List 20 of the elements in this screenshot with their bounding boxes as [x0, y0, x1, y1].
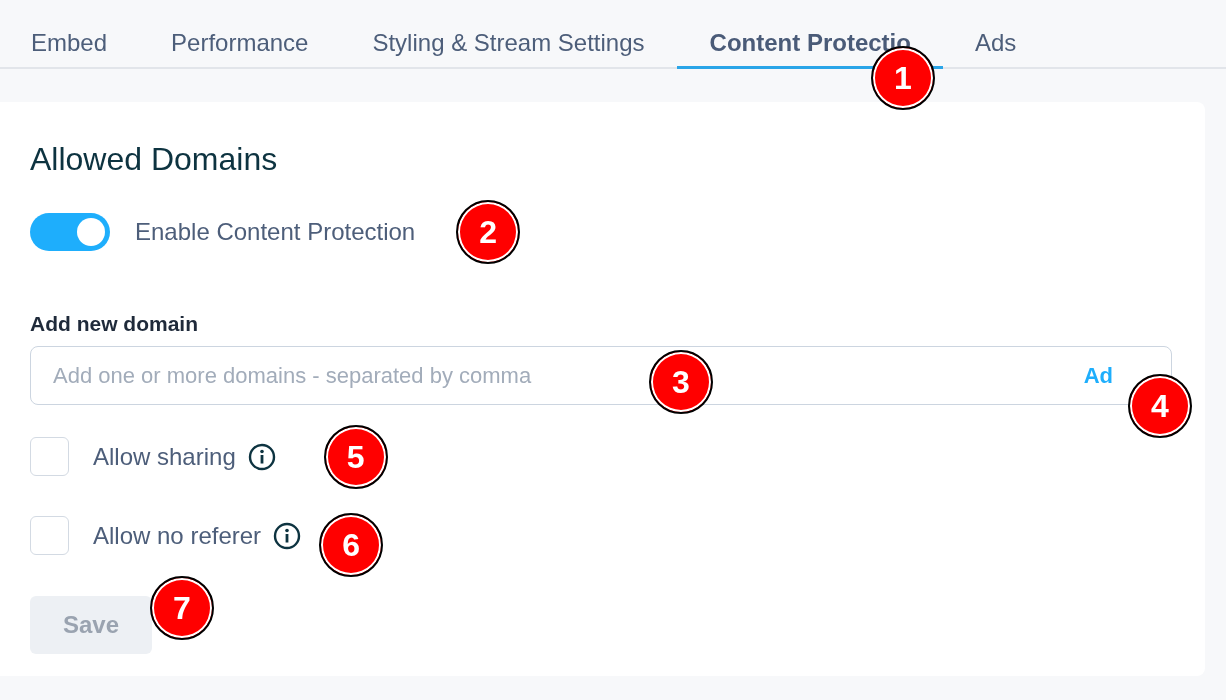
toggle-label: Enable Content Protection — [135, 217, 416, 248]
checkbox-label: Allow sharing — [93, 441, 236, 472]
tab[interactable]: Embed — [0, 0, 140, 69]
callout-marker: 2 — [456, 200, 521, 265]
callout-marker: 7 — [150, 575, 214, 640]
info-icon[interactable] — [273, 521, 302, 550]
callout-marker: 4 — [1128, 373, 1192, 438]
field-label: Add new domain — [30, 311, 199, 338]
toggle-switch[interactable] — [30, 213, 110, 252]
callout-marker: 6 — [319, 512, 384, 577]
tab[interactable]: Styling & Stream Settings — [340, 0, 677, 69]
checkbox[interactable] — [30, 437, 69, 477]
callout-marker: 3 — [649, 349, 713, 414]
info-icon[interactable] — [247, 442, 276, 471]
section-title: Allowed Domains — [30, 140, 279, 179]
checkbox[interactable] — [30, 516, 69, 556]
tab[interactable]: Performance — [139, 0, 341, 69]
callout-marker: 5 — [323, 424, 388, 489]
tab[interactable]: Ads — [942, 0, 1049, 69]
checkbox-label: Allow no referer — [93, 520, 262, 551]
